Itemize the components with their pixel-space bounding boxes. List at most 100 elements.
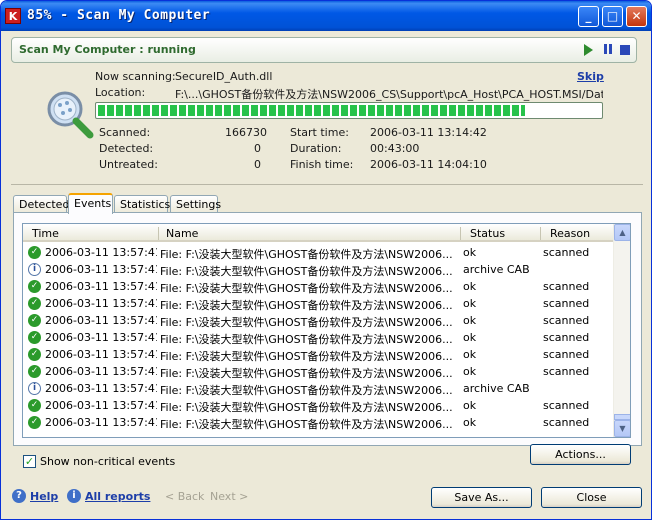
event-name: File: F:\没装大型软件\GHOST备份软件及方法\NSW2006...: [160, 299, 453, 312]
table-row[interactable]: ✓ 2006-03-11 13:57:41 File: F:\没装大型软件\GHOS…: [23, 397, 614, 414]
ok-icon: ✓: [28, 246, 41, 259]
event-name: File: F:\没装大型软件\GHOST备份软件及方法\NSW2006...: [160, 418, 453, 431]
event-reason: scanned: [543, 399, 590, 412]
kaspersky-app-icon: K: [5, 8, 21, 24]
event-time: 2006-03-11 13:57:41: [45, 280, 157, 293]
close-window-button[interactable]: ✕: [626, 6, 647, 27]
close-button[interactable]: Close: [541, 487, 642, 508]
section-divider: [11, 184, 643, 185]
scroll-up-button[interactable]: ▲: [614, 224, 630, 241]
save-as-button[interactable]: Save As...: [431, 487, 532, 508]
ok-icon: ✓: [28, 331, 41, 344]
chevron-down-icon: ▼: [619, 424, 626, 433]
title-bar[interactable]: K 85% - Scan My Computer _ □ ✕: [1, 1, 651, 31]
detected-label: Detected:: [99, 142, 154, 155]
event-reason: scanned: [543, 348, 590, 361]
magnifier-scan-icon: [47, 91, 94, 139]
skip-link[interactable]: Skip: [577, 70, 604, 83]
event-time: 2006-03-11 13:57:41: [45, 399, 157, 412]
event-status: ok: [463, 399, 477, 412]
events-list[interactable]: Time Name Status Reason ✓ 2006-03-11 13:5…: [22, 223, 631, 438]
task-status-title: Scan My Computer : running: [19, 43, 196, 56]
untreated-value: 0: [254, 158, 261, 171]
tab-detected[interactable]: Detected: [13, 195, 69, 213]
task-header: Scan My Computer : running: [11, 37, 637, 63]
tab-statistics[interactable]: Statistics: [114, 195, 170, 213]
table-row[interactable]: ✓ 2006-03-11 13:57:41 File: F:\没装大型软件\GHOS…: [23, 278, 614, 295]
scan-progress-fill: [98, 105, 525, 116]
ok-icon: ✓: [28, 416, 41, 429]
column-divider[interactable]: [158, 227, 159, 240]
event-status: archive CAB: [463, 382, 530, 395]
start-time-label: Start time:: [290, 126, 349, 139]
maximize-button[interactable]: □: [602, 6, 623, 27]
untreated-label: Untreated:: [99, 158, 158, 171]
scanned-value: 166730: [225, 126, 267, 139]
event-time: 2006-03-11 13:57:41: [45, 416, 157, 429]
duration-value: 00:43:00: [370, 142, 420, 155]
help-link[interactable]: Help: [30, 490, 58, 503]
event-name: File: F:\没装大型软件\GHOST备份软件及方法\NSW2006...: [160, 367, 453, 380]
event-name: File: F:\没装大型软件\GHOST备份软件及方法\NSW2006...: [160, 401, 453, 414]
ok-icon: ✓: [28, 280, 41, 293]
tab-events[interactable]: Events: [68, 193, 113, 214]
ok-icon: ✓: [28, 399, 41, 412]
table-row[interactable]: ✓ 2006-03-11 13:57:41 File: F:\没装大型软件\GHOS…: [23, 329, 614, 346]
ok-icon: ✓: [28, 348, 41, 361]
table-row[interactable]: ✓ 2006-03-11 13:57:41 File: F:\没装大型软件\GHOS…: [23, 346, 614, 363]
event-status: archive CAB: [463, 263, 530, 276]
event-reason: scanned: [543, 416, 590, 429]
show-noncritical-checkbox[interactable]: ✓: [23, 455, 36, 468]
location-label: Location:: [95, 86, 146, 99]
event-reason: scanned: [543, 331, 590, 344]
table-row[interactable]: ✓ 2006-03-11 13:57:41 File: F:\没装大型软件\GHOS…: [23, 414, 614, 431]
table-row[interactable]: i 2006-03-11 13:57:41 File: F:\没装大型软件\GHOS…: [23, 380, 614, 397]
actions-button[interactable]: Actions...: [530, 444, 631, 465]
event-status: ok: [463, 416, 477, 429]
event-name: File: F:\没装大型软件\GHOST备份软件及方法\NSW2006...: [160, 350, 453, 363]
table-row[interactable]: ✓ 2006-03-11 13:57:41 File: F:\没装大型软件\GHOS…: [23, 363, 614, 380]
column-divider[interactable]: [460, 227, 461, 240]
column-name[interactable]: Name: [166, 227, 198, 240]
scroll-down-button[interactable]: ▼: [614, 420, 630, 437]
tab-settings[interactable]: Settings: [170, 195, 221, 213]
table-row[interactable]: ✓ 2006-03-11 13:57:41 File: F:\没装大型软件\GHOS…: [23, 244, 614, 261]
event-reason: scanned: [543, 280, 590, 293]
chevron-up-icon: ▲: [619, 228, 626, 237]
column-time[interactable]: Time: [32, 227, 59, 240]
minimize-icon: _: [585, 9, 592, 23]
event-time: 2006-03-11 13:57:41: [45, 246, 157, 259]
table-row[interactable]: i 2006-03-11 13:57:41 File: F:\没装大型软件\GHOS…: [23, 261, 614, 278]
event-time: 2006-03-11 13:57:41: [45, 297, 157, 310]
column-reason[interactable]: Reason: [550, 227, 590, 240]
events-list-header: Time Name Status Reason: [23, 224, 614, 242]
event-time: 2006-03-11 13:57:41: [45, 314, 157, 327]
column-status[interactable]: Status: [470, 227, 505, 240]
detected-value: 0: [254, 142, 261, 155]
vertical-scrollbar[interactable]: ▲ ▼: [613, 224, 630, 437]
table-row[interactable]: ✓ 2006-03-11 13:57:41 File: F:\没装大型软件\GHOS…: [23, 295, 614, 312]
event-reason: scanned: [543, 365, 590, 378]
now-scanning-label: Now scanning:: [95, 70, 176, 83]
info-icon: i: [28, 263, 41, 276]
window-title: 85% - Scan My Computer: [27, 8, 211, 23]
help-icon[interactable]: ?: [12, 489, 26, 503]
event-status: ok: [463, 246, 477, 259]
play-icon[interactable]: [584, 44, 593, 56]
event-time: 2006-03-11 13:57:41: [45, 331, 157, 344]
event-status: ok: [463, 280, 477, 293]
ok-icon: ✓: [28, 297, 41, 310]
column-divider[interactable]: [540, 227, 541, 240]
minimize-button[interactable]: _: [578, 6, 599, 27]
table-row[interactable]: ✓ 2006-03-11 13:57:41 File: F:\没装大型软件\GHOS…: [23, 312, 614, 329]
ok-icon: ✓: [28, 365, 41, 378]
scan-window: K 85% - Scan My Computer _ □ ✕ Scan My C…: [0, 0, 652, 520]
info-icon[interactable]: i: [67, 489, 81, 503]
pause-icon[interactable]: [603, 44, 615, 56]
event-status: ok: [463, 331, 477, 344]
back-link: < Back: [165, 490, 205, 503]
all-reports-link[interactable]: All reports: [85, 490, 150, 503]
scanned-label: Scanned:: [99, 126, 151, 139]
stop-icon[interactable]: [620, 45, 630, 55]
show-noncritical-label[interactable]: Show non-critical events: [40, 455, 175, 468]
